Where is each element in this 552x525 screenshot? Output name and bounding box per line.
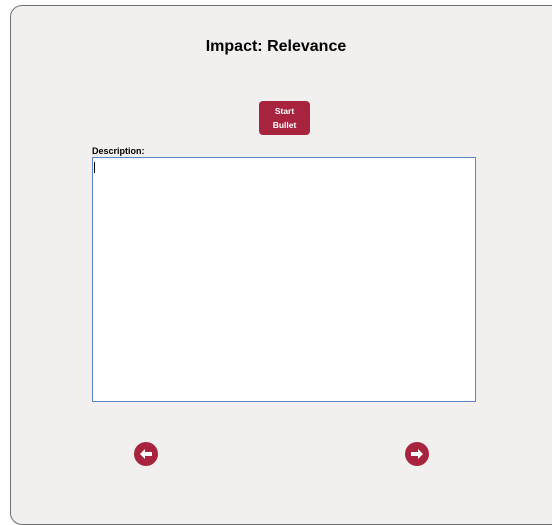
text-caret (94, 162, 95, 173)
previous-button[interactable] (134, 442, 158, 466)
start-bullet-label-line2: Bullet (272, 120, 297, 130)
description-textarea[interactable] (92, 157, 476, 402)
description-label: Description: (92, 146, 145, 156)
page-title: Impact: Relevance (205, 38, 347, 55)
start-bullet-button[interactable]: Start Bullet (259, 101, 310, 135)
start-bullet-label-line1: Start (274, 106, 295, 116)
next-button[interactable] (405, 442, 429, 466)
arrow-right-icon (411, 449, 423, 459)
arrow-left-icon (140, 449, 152, 459)
